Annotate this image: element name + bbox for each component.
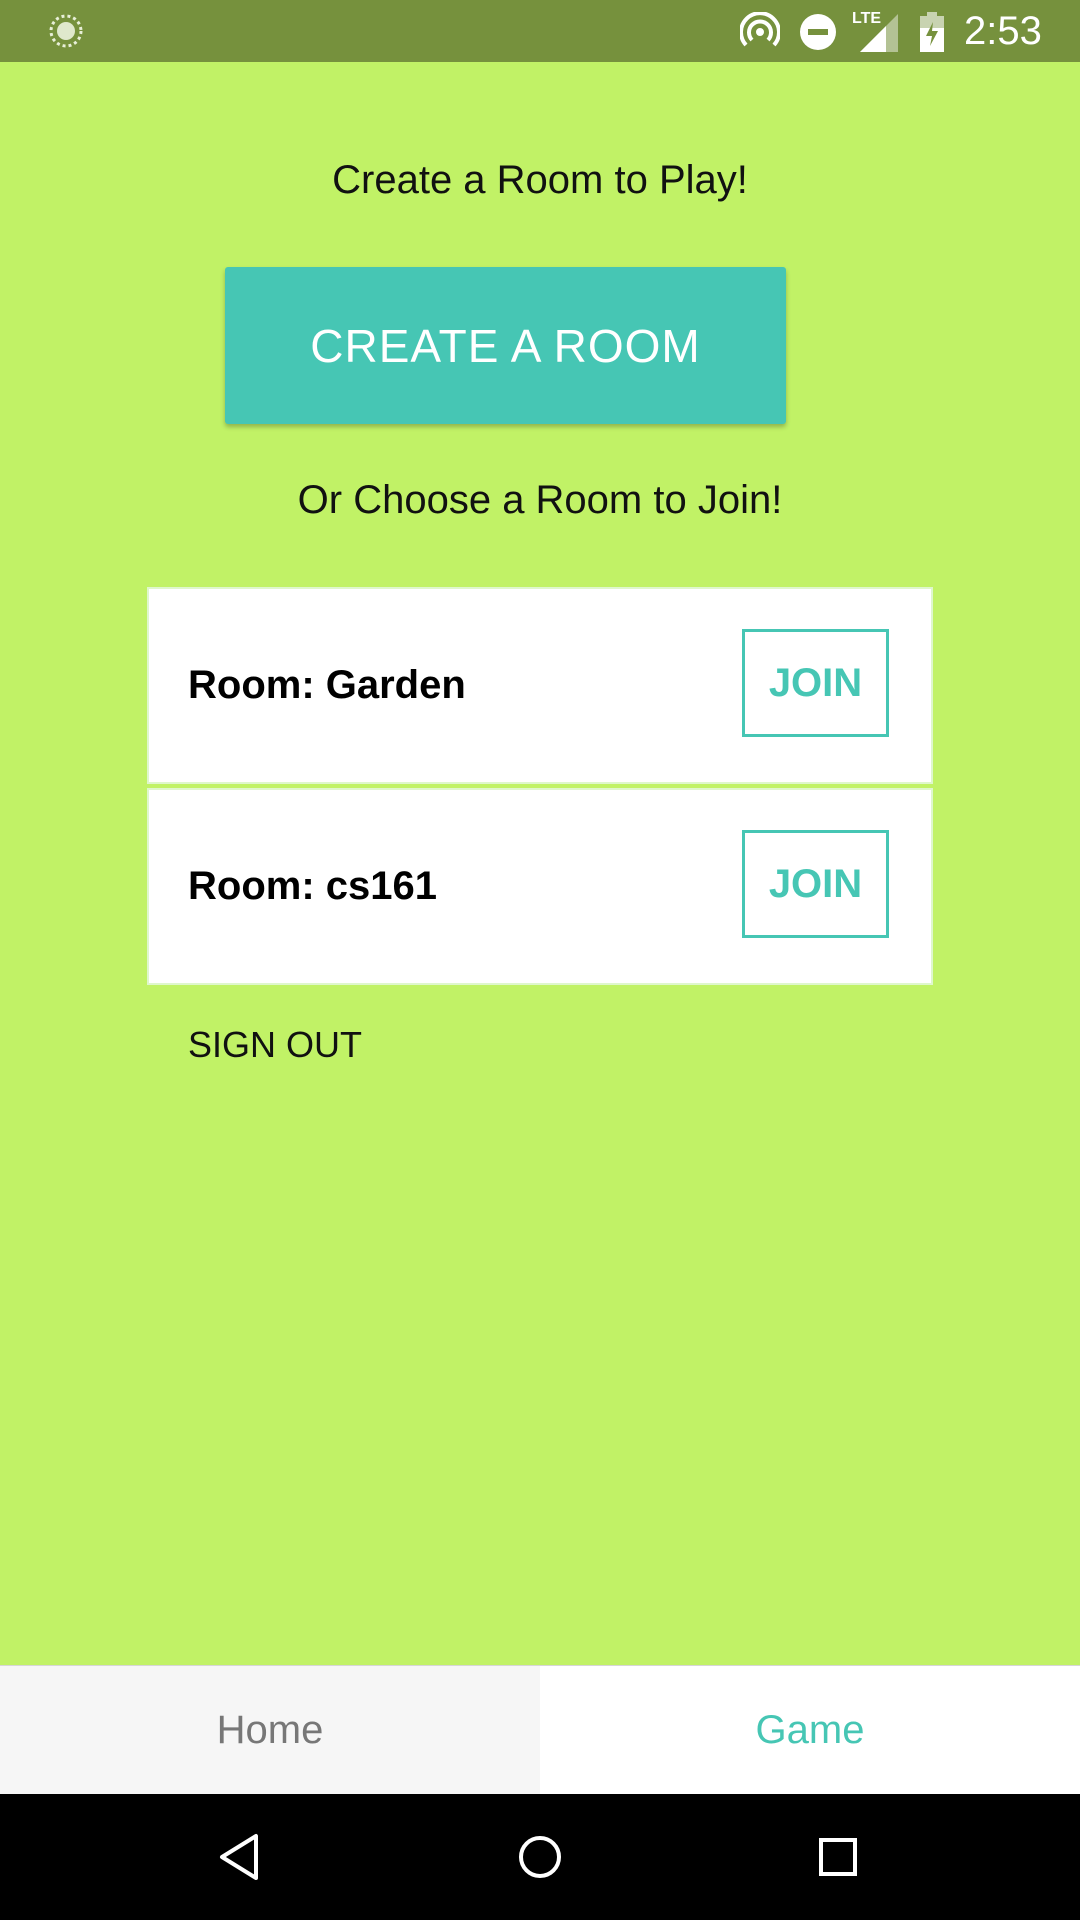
back-icon[interactable] xyxy=(208,1824,274,1890)
join-button-garden[interactable]: JOIN xyxy=(742,629,889,737)
recents-icon[interactable] xyxy=(805,1824,871,1890)
status-bar: LTE 2:53 xyxy=(0,0,1080,62)
room-name: Room: Garden xyxy=(188,663,466,707)
tab-home[interactable]: Home xyxy=(0,1666,540,1795)
room-row-cs161: Room: cs161 JOIN xyxy=(147,788,933,985)
room-list: Room: Garden JOIN Room: cs161 JOIN xyxy=(147,587,933,989)
tab-game[interactable]: Game xyxy=(540,1666,1080,1795)
bottom-tab-bar: Home Game xyxy=(0,1665,1080,1795)
lte-signal-icon: LTE xyxy=(852,10,898,52)
join-room-heading: Or Choose a Room to Join! xyxy=(297,478,783,522)
join-button-cs161[interactable]: JOIN xyxy=(742,830,889,938)
sign-out-button[interactable]: SIGN OUT xyxy=(188,1024,362,1066)
create-room-heading: Create a Room to Play! xyxy=(332,158,748,202)
room-name: Room: cs161 xyxy=(188,864,437,908)
home-icon[interactable] xyxy=(507,1824,573,1890)
hotspot-icon xyxy=(740,12,780,47)
status-clock: 2:53 xyxy=(964,9,1042,53)
battery-icon xyxy=(920,12,944,52)
create-room-button[interactable]: CREATE A ROOM xyxy=(225,267,786,424)
sync-icon xyxy=(49,14,83,48)
do-not-disturb-icon xyxy=(800,14,836,50)
system-navigation-bar xyxy=(0,1794,1080,1920)
room-row-garden: Room: Garden JOIN xyxy=(147,587,933,784)
